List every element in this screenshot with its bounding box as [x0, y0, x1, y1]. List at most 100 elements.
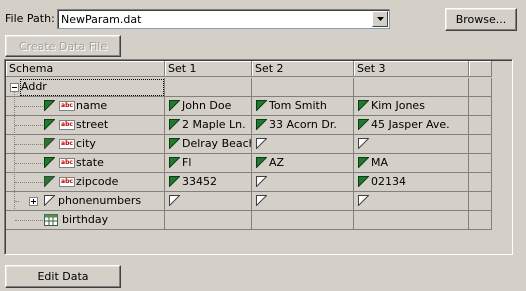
set-2-cell[interactable]: AZ	[252, 154, 354, 173]
schema-cell[interactable]: abc street	[6, 116, 165, 135]
file-path-value[interactable]: NewParam.dat	[61, 13, 141, 26]
set-2-cell[interactable]	[252, 211, 354, 230]
abc-string-icon: abc	[59, 120, 75, 130]
set-1-cell[interactable]: 33452	[165, 173, 252, 192]
abc-string-icon: abc	[59, 101, 75, 111]
schema-cell[interactable]: phonenumbers	[6, 192, 165, 211]
value-set-flag-icon	[256, 119, 267, 130]
tree-row-root[interactable]: Addr	[6, 78, 492, 97]
tree-connector-line	[15, 201, 19, 202]
set-3-cell[interactable]: 45 Jasper Ave.	[354, 116, 469, 135]
table-icon	[44, 214, 58, 226]
set-1-cell[interactable]: 2 Maple Ln.	[165, 116, 252, 135]
tree-node-label[interactable]: city	[76, 135, 96, 153]
cell-value[interactable]: Tom Smith	[269, 99, 327, 112]
file-path-combobox[interactable]: NewParam.dat	[57, 9, 390, 29]
create-data-file-button[interactable]: Create Data File	[5, 35, 121, 57]
tree-node-label[interactable]: name	[76, 97, 107, 115]
table-row[interactable]: phonenumbers	[6, 192, 492, 211]
set-3-cell[interactable]: Kim Jones	[354, 97, 469, 116]
table-row[interactable]: abc name John Doe Tom Smith Kim Jones	[6, 97, 492, 116]
set-2-cell[interactable]	[252, 135, 354, 154]
grid-cell-empty[interactable]	[354, 78, 469, 97]
schema-cell[interactable]: abc state	[6, 154, 165, 173]
set-2-cell[interactable]: 33 Acorn Dr.	[252, 116, 354, 135]
grid-cell-empty[interactable]	[469, 135, 492, 154]
cell-value[interactable]: 33452	[182, 175, 217, 188]
tree-node-label[interactable]: state	[76, 154, 104, 172]
table-row[interactable]: abc street 2 Maple Ln. 33 Acorn Dr. 45 Jaspe…	[6, 116, 492, 135]
table-row[interactable]: birthday	[6, 211, 492, 230]
cell-value[interactable]: 33 Acorn Dr.	[269, 118, 337, 131]
set-1-cell[interactable]: John Doe	[165, 97, 252, 116]
cell-value[interactable]: 02134	[371, 175, 406, 188]
empty-flag-icon	[358, 138, 369, 149]
schema-cell-root[interactable]: Addr	[6, 78, 165, 97]
value-set-flag-icon	[358, 119, 369, 130]
empty-flag-icon	[256, 195, 267, 206]
set-1-cell[interactable]	[165, 211, 252, 230]
schema-cell[interactable]: abc city	[6, 135, 165, 154]
abc-string-icon: abc	[59, 177, 75, 187]
table-row[interactable]: abc zipcode 33452 02134	[6, 173, 492, 192]
table-row[interactable]: abc state Fl AZ MA	[6, 154, 492, 173]
value-set-flag-icon	[256, 157, 267, 168]
set-3-cell[interactable]	[354, 211, 469, 230]
cell-value[interactable]: Delray Beach	[182, 137, 251, 150]
set-3-cell[interactable]	[354, 135, 469, 154]
set-2-cell[interactable]: Tom Smith	[252, 97, 354, 116]
file-path-label: File Path:	[5, 12, 55, 25]
schema-cell[interactable]: birthday	[6, 211, 165, 230]
column-header-schema[interactable]: Schema	[6, 61, 165, 77]
tree-connector-line	[15, 163, 45, 164]
cell-value[interactable]: 45 Jasper Ave.	[371, 118, 450, 131]
collapse-toggle-icon[interactable]	[10, 83, 19, 92]
tree-connector-line	[15, 182, 45, 183]
column-header-set-2[interactable]: Set 2	[252, 61, 354, 77]
empty-flag-icon	[256, 138, 267, 149]
column-header-set-3[interactable]: Set 3	[354, 61, 469, 77]
tree-node-label[interactable]: birthday	[62, 211, 108, 229]
tree-node-label[interactable]: phonenumbers	[58, 192, 141, 210]
schema-flag-icon	[44, 157, 55, 168]
set-1-cell[interactable]: Fl	[165, 154, 252, 173]
cell-value[interactable]: 2 Maple Ln.	[182, 118, 246, 131]
grid-cell-empty[interactable]	[252, 78, 354, 97]
column-header-empty	[469, 61, 492, 77]
focus-rectangle	[20, 79, 164, 96]
grid-cell-empty[interactable]	[469, 192, 492, 211]
data-grid[interactable]: Schema Set 1 Set 2 Set 3 Addr abc name John…	[4, 59, 513, 255]
cell-value[interactable]: John Doe	[182, 99, 231, 112]
set-1-cell[interactable]: Delray Beach	[165, 135, 252, 154]
grid-cell-empty[interactable]	[165, 78, 252, 97]
abc-string-icon: abc	[59, 139, 75, 149]
grid-cell-empty[interactable]	[469, 173, 492, 192]
tree-node-label[interactable]: zipcode	[76, 173, 118, 191]
set-3-cell[interactable]: MA	[354, 154, 469, 173]
table-row[interactable]: abc city Delray Beach	[6, 135, 492, 154]
set-1-cell[interactable]	[165, 192, 252, 211]
grid-cell-empty[interactable]	[469, 154, 492, 173]
set-2-cell[interactable]	[252, 192, 354, 211]
grid-cell-empty[interactable]	[469, 116, 492, 135]
set-3-cell[interactable]	[354, 192, 469, 211]
grid-cell-empty[interactable]	[469, 211, 492, 230]
cell-value[interactable]: Kim Jones	[371, 99, 425, 112]
grid-cell-empty[interactable]	[469, 97, 492, 116]
tree-connector-line	[15, 106, 45, 107]
cell-value[interactable]: MA	[371, 156, 388, 169]
schema-cell[interactable]: abc zipcode	[6, 173, 165, 192]
browse-button[interactable]: Browse...	[445, 8, 517, 31]
set-3-cell[interactable]: 02134	[354, 173, 469, 192]
cell-value[interactable]: Fl	[182, 156, 191, 169]
set-2-cell[interactable]	[252, 173, 354, 192]
chevron-down-icon[interactable]	[372, 11, 388, 27]
edit-data-button[interactable]: Edit Data	[5, 265, 121, 288]
abc-string-icon: abc	[59, 158, 75, 168]
column-header-set-1[interactable]: Set 1	[165, 61, 252, 77]
cell-value[interactable]: AZ	[269, 156, 284, 169]
grid-cell-empty[interactable]	[469, 78, 492, 97]
tree-node-label[interactable]: street	[76, 116, 108, 134]
expand-toggle-icon[interactable]	[29, 197, 38, 206]
schema-cell[interactable]: abc name	[6, 97, 165, 116]
